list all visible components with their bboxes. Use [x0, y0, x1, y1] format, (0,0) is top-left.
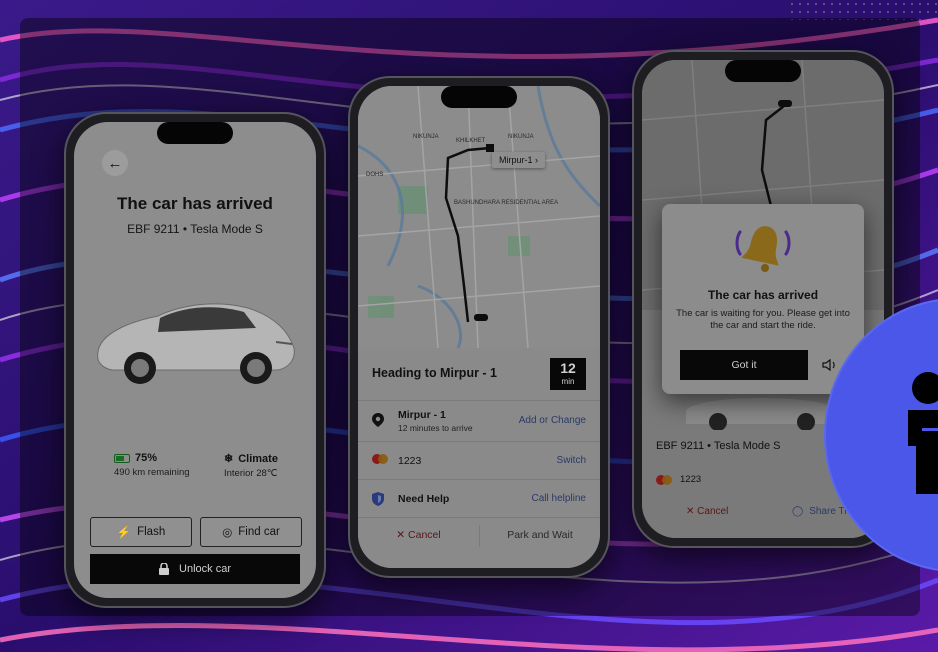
flash-label: Flash — [137, 526, 166, 538]
destination-sub: 12 minutes to arrive — [398, 423, 473, 433]
page-title: The car has arrived — [117, 194, 273, 213]
unlock-car-button[interactable]: Unlock car — [90, 554, 300, 584]
cancel-button[interactable]: ✕ Cancel — [358, 529, 479, 541]
shield-icon: ◯ — [792, 506, 804, 517]
find-car-button[interactable]: ◎ Find car — [200, 517, 302, 547]
flash-icon: ⚡ — [116, 527, 132, 539]
payment-row: 1223 Switch — [358, 442, 600, 480]
eta-value: 12 — [560, 360, 576, 376]
car-image — [686, 398, 838, 430]
destination-row: Mirpur - 1 12 minutes to arrive Add or C… — [358, 401, 600, 442]
help-row: Need Help Call helpline — [358, 480, 600, 518]
battery-icon — [114, 453, 130, 463]
destination-marker — [486, 144, 494, 152]
climate-label: Climate — [238, 452, 278, 465]
cancel-button[interactable]: ✕ Cancel — [686, 506, 728, 517]
trip-header: Heading to Mirpur - 1 12 min — [358, 348, 600, 401]
cancel-label: Cancel — [408, 529, 441, 541]
cancel-label: Cancel — [697, 506, 729, 517]
car-marker — [778, 100, 792, 107]
call-helpline-link[interactable]: Call helpline — [532, 493, 586, 504]
back-button[interactable]: ← — [102, 150, 128, 176]
map-label: BASHUNDHARA RESIDENTIAL AREA — [454, 200, 558, 206]
locate-icon: ◎ — [222, 527, 233, 539]
vehicle-plate-model: EBF 9211 • Tesla Mode S — [656, 440, 781, 452]
arrival-dialog: The car has arrived The car is waiting f… — [662, 204, 864, 394]
trip-heading: Heading to Mirpur - 1 — [372, 366, 497, 380]
add-or-change-link[interactable]: Add or Change — [519, 415, 586, 426]
unlock-label: Unlock car — [179, 563, 231, 575]
close-icon: ✕ — [686, 506, 695, 517]
lock-icon — [159, 563, 170, 575]
range-remaining: 490 km remaining — [114, 467, 190, 478]
got-it-button[interactable]: Got it — [680, 350, 808, 380]
mastercard-icon — [372, 454, 388, 464]
destination-text: Mirpur - 1 12 minutes to arrive — [398, 409, 473, 433]
route-map[interactable]: NIKUNJA KHILKHET NIKUNJA DOHS BASHUNDHAR… — [358, 86, 600, 348]
map-label: NIKUNJA — [413, 134, 439, 140]
route-screen: NIKUNJA KHILKHET NIKUNJA DOHS BASHUNDHAR… — [358, 86, 600, 568]
payment-row: 1223 — [656, 474, 701, 485]
trip-actions: ✕ Cancel Park and Wait — [358, 518, 600, 552]
battery-stat: 75% 490 km remaining — [114, 452, 190, 478]
arrow-left-icon: ← — [107, 154, 123, 172]
vehicle-plate-model: EBF 9211 • Tesla Mode S — [127, 222, 263, 236]
flash-button[interactable]: ⚡ Flash — [90, 517, 192, 547]
ringing-bell-icon — [735, 226, 791, 272]
destination-pin-label[interactable]: Mirpur-1 › — [492, 152, 546, 168]
map-label: NIKUNJA — [508, 134, 534, 140]
map-label: DOHS — [366, 172, 383, 178]
map-label: KHILKHET — [456, 138, 486, 144]
climate-stat[interactable]: ❄ Climate Interior 28℃ — [224, 452, 278, 480]
eta-unit: min — [561, 377, 575, 386]
car-arrived-screen: ← The car has arrived EBF 9211 • Tesla M… — [74, 122, 316, 598]
battery-percent: 75% — [135, 452, 158, 464]
shield-icon — [372, 492, 384, 506]
phone-car-arrived: ← The car has arrived EBF 9211 • Tesla M… — [64, 112, 326, 608]
speaker-icon[interactable] — [822, 358, 838, 372]
card-number: 1223 — [398, 455, 422, 467]
share-label: Share Tr — [809, 506, 848, 517]
dialog-title: The car has arrived — [707, 288, 819, 302]
location-pin-icon — [372, 413, 384, 427]
person-icon — [908, 372, 938, 494]
need-help-label: Need Help — [398, 493, 450, 505]
destination-name: Mirpur - 1 — [398, 409, 446, 421]
dialog-message: The car is waiting for you. Please get i… — [676, 308, 850, 331]
dot-pattern — [788, 0, 938, 20]
close-icon: ✕ — [396, 529, 406, 541]
dynamic-island — [725, 60, 801, 82]
switch-card-link[interactable]: Switch — [557, 455, 586, 466]
find-car-label: Find car — [238, 526, 280, 538]
dynamic-island — [441, 86, 517, 108]
dynamic-island — [157, 122, 233, 144]
promo-canvas: ← The car has arrived EBF 9211 • Tesla M… — [0, 0, 938, 652]
snowflake-icon: ❄ — [224, 453, 234, 465]
phone-trip-route: NIKUNJA KHILKHET NIKUNJA DOHS BASHUNDHAR… — [348, 76, 610, 578]
trip-sheet: Heading to Mirpur - 1 12 min Mirpur - 1 … — [358, 348, 600, 568]
card-number: 1223 — [680, 474, 702, 485]
eta-badge: 12 min — [550, 358, 586, 390]
share-trip-button[interactable]: ◯ Share Tr — [792, 506, 848, 517]
climate-value: Interior 28℃ — [224, 468, 278, 479]
car-marker — [474, 314, 488, 321]
mastercard-icon — [656, 474, 672, 485]
car-image — [97, 303, 295, 384]
park-and-wait-button[interactable]: Park and Wait — [479, 525, 600, 547]
